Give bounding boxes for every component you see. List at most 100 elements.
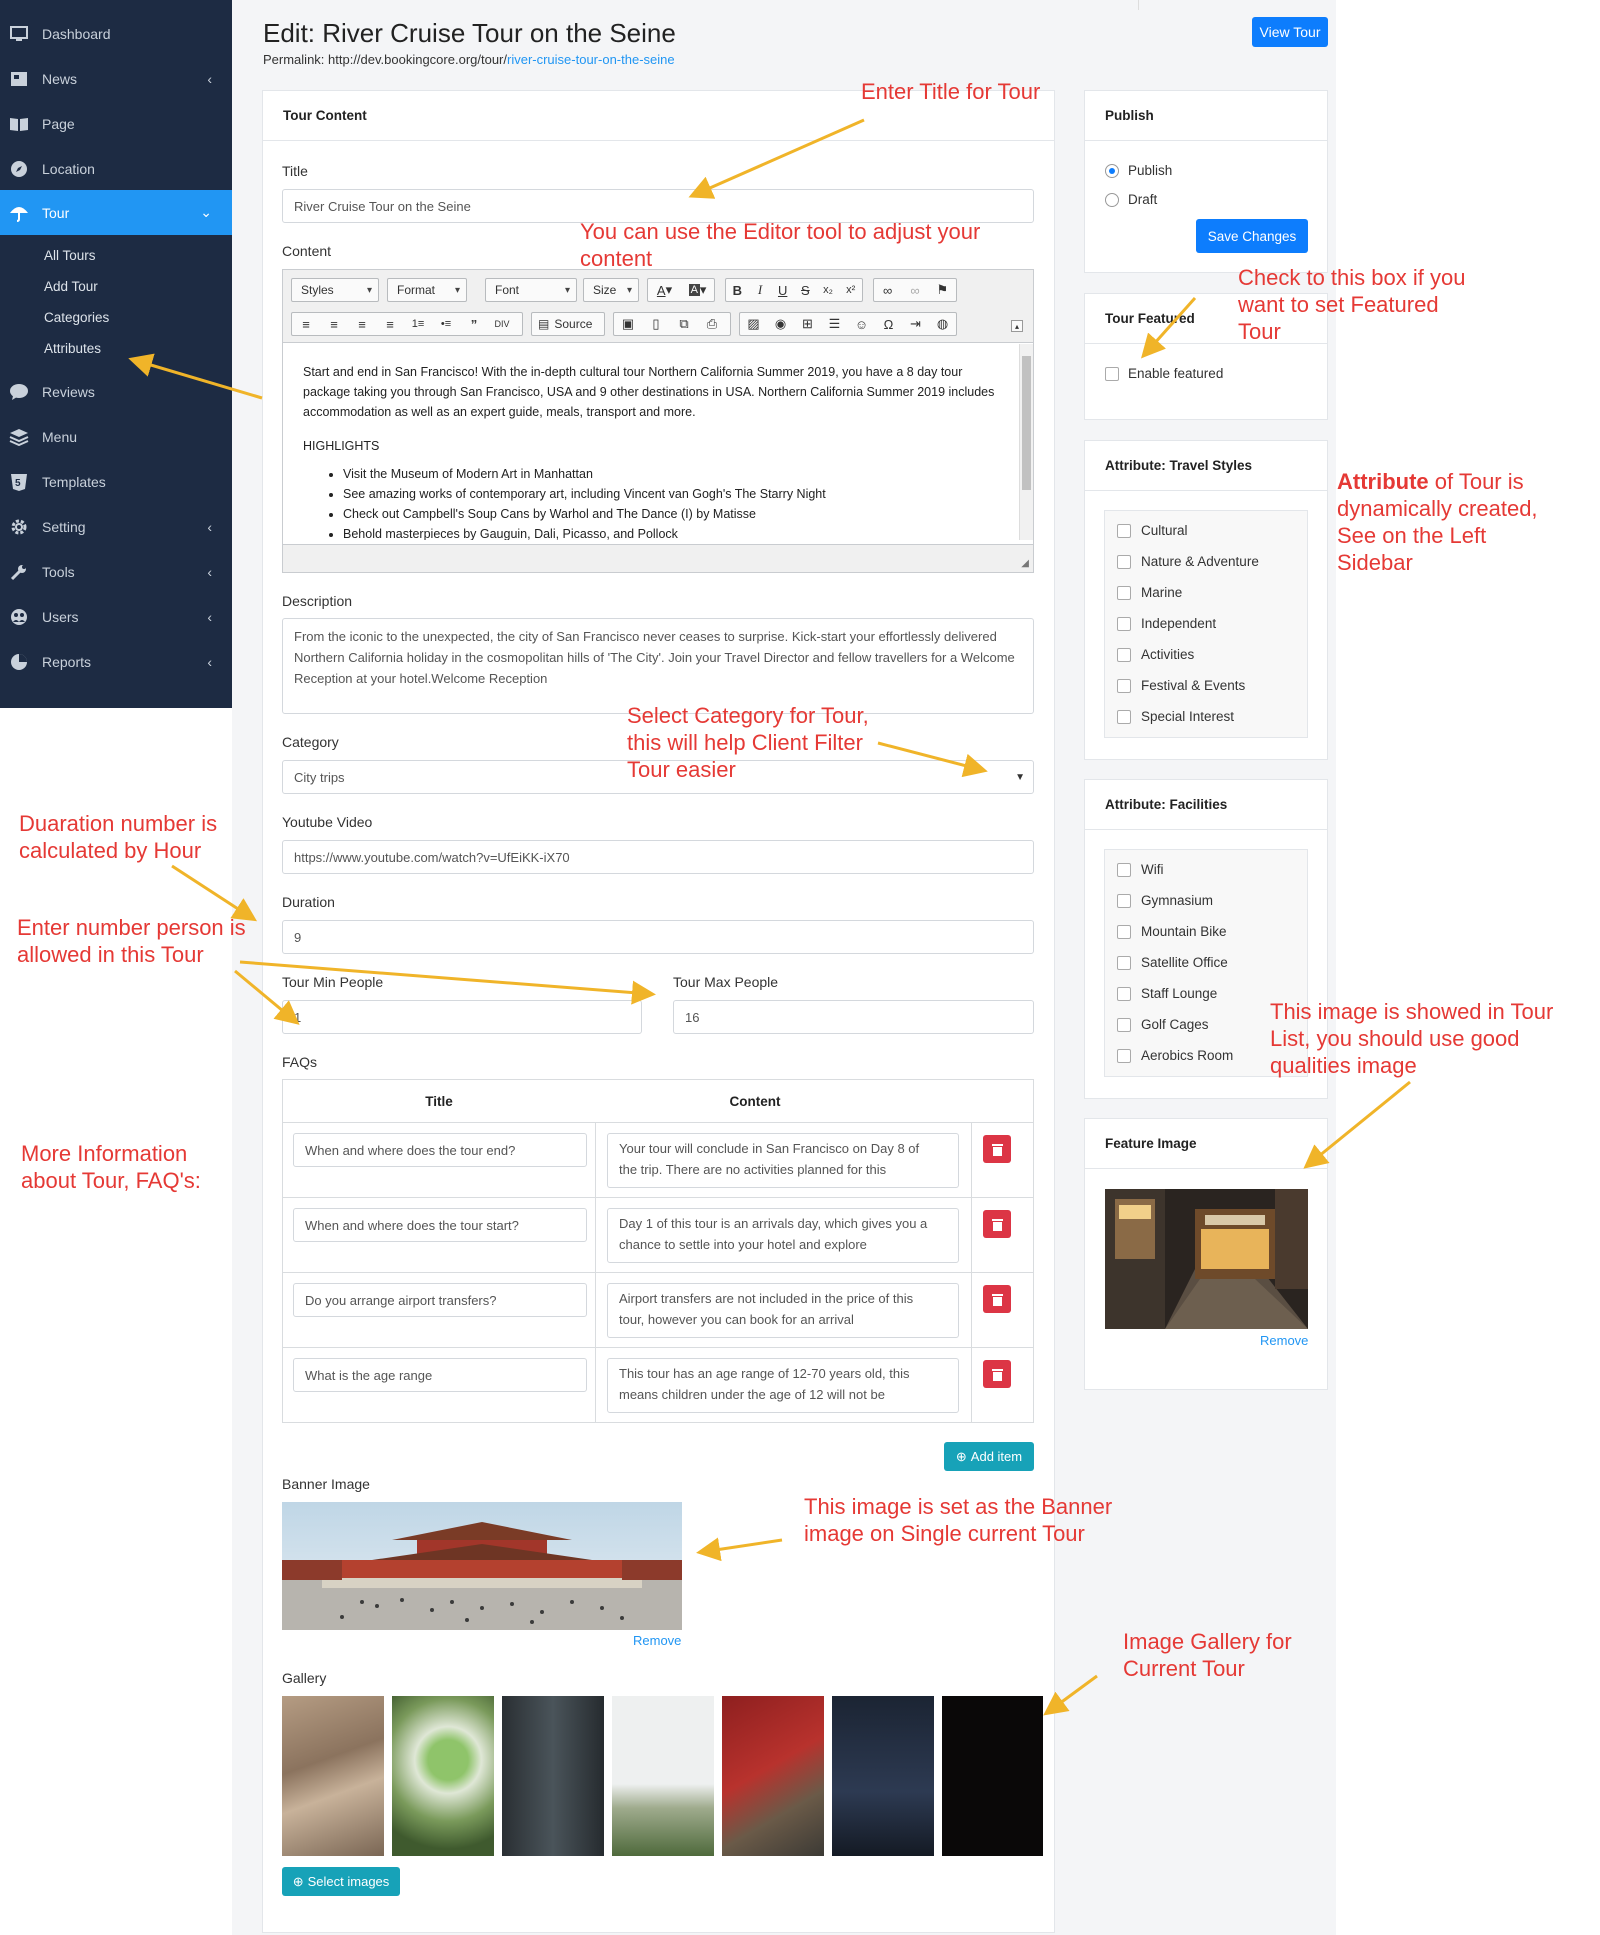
gallery-image[interactable] xyxy=(282,1696,384,1856)
sidebar-item-reports[interactable]: Reports ‹ xyxy=(0,639,232,684)
checkbox[interactable] xyxy=(1117,523,1131,538)
facility-option[interactable]: Aerobics Room xyxy=(1117,1048,1233,1063)
sidebar-item-tour[interactable]: Tour ⌄ xyxy=(0,190,232,235)
styles-dropdown[interactable]: Styles xyxy=(291,278,379,302)
div-icon[interactable]: DIV xyxy=(488,313,516,335)
preview-icon[interactable]: ⧉ xyxy=(670,313,698,335)
gallery-image[interactable] xyxy=(722,1696,824,1856)
new-page-icon[interactable]: ▯ xyxy=(642,313,670,335)
link-icon[interactable]: ∞ xyxy=(874,279,901,301)
print-icon[interactable]: ⎙ xyxy=(698,313,726,335)
faq-content-textarea[interactable]: Your tour will conclude in San Francisco… xyxy=(607,1133,959,1188)
align-left-icon[interactable]: ≡ xyxy=(292,313,320,335)
youtube-input[interactable]: https://www.youtube.com/watch?v=UfEiKK-i… xyxy=(282,840,1034,874)
publish-radio[interactable] xyxy=(1105,164,1119,178)
facility-option[interactable]: Wifi xyxy=(1117,862,1164,877)
blockquote-icon[interactable]: ” xyxy=(460,313,488,335)
checkbox[interactable] xyxy=(1117,1048,1131,1063)
sidebar-item-news[interactable]: News ‹ xyxy=(0,56,232,101)
max-people-input[interactable]: 16 xyxy=(673,1000,1034,1034)
facility-option[interactable]: Gymnasium xyxy=(1117,893,1213,908)
size-dropdown[interactable]: Size xyxy=(583,278,639,302)
select-images-button[interactable]: ⊕ Select images xyxy=(282,1867,400,1896)
numbered-list-icon[interactable]: 1≡ xyxy=(404,313,432,335)
justify-icon[interactable]: ≡ xyxy=(376,313,404,335)
min-people-input[interactable]: 1 xyxy=(282,1000,642,1034)
faq-content-textarea[interactable]: Day 1 of this tour is an arrivals day, w… xyxy=(607,1208,959,1263)
editor-body[interactable]: Start and end in San Francisco! With the… xyxy=(283,344,1019,540)
collapse-toolbar-icon[interactable]: ▴ xyxy=(1011,320,1023,332)
facility-option[interactable]: Golf Cages xyxy=(1117,1017,1209,1032)
sidebar-item-menu[interactable]: Menu xyxy=(0,414,232,459)
resize-handle-icon[interactable]: ◢ xyxy=(1021,558,1029,569)
save-icon[interactable]: ▣ xyxy=(614,313,642,335)
format-dropdown[interactable]: Format xyxy=(387,278,467,302)
checkbox[interactable] xyxy=(1117,678,1131,693)
sidebar-item-templates[interactable]: 5 Templates xyxy=(0,459,232,504)
sidebar-item-location[interactable]: Location xyxy=(0,146,232,191)
editor-scrollbar[interactable] xyxy=(1019,344,1033,540)
checkbox[interactable] xyxy=(1117,585,1131,600)
flag-icon[interactable]: ⚑ xyxy=(929,279,956,301)
gallery-image[interactable] xyxy=(502,1696,604,1856)
travel-style-option[interactable]: Independent xyxy=(1117,616,1216,631)
align-center-icon[interactable]: ≡ xyxy=(320,313,348,335)
featured-checkbox[interactable] xyxy=(1105,367,1119,381)
delete-faq-button[interactable] xyxy=(983,1360,1011,1388)
faq-content-textarea[interactable]: Airport transfers are not included in th… xyxy=(607,1283,959,1338)
travel-style-option[interactable]: Nature & Adventure xyxy=(1117,554,1259,569)
faq-content-textarea[interactable]: This tour has an age range of 12-70 year… xyxy=(607,1358,959,1413)
horizontal-line-icon[interactable]: ☰ xyxy=(821,313,848,335)
duration-input[interactable]: 9 xyxy=(282,920,1034,954)
gallery-image[interactable] xyxy=(942,1696,1043,1856)
text-color-icon[interactable]: A ▾ xyxy=(648,279,681,301)
rich-text-editor[interactable]: Styles Format Font Size A▾ A▾ B I U S x₂… xyxy=(282,269,1034,573)
permalink-link[interactable]: river-cruise-tour-on-the-seine xyxy=(507,52,675,67)
sidebar-sub-all-tours[interactable]: All Tours xyxy=(44,248,96,263)
italic-icon[interactable]: I xyxy=(749,279,772,301)
sidebar-item-reviews[interactable]: Reviews xyxy=(0,369,232,414)
faq-title-input[interactable]: Do you arrange airport transfers? xyxy=(293,1283,587,1317)
delete-faq-button[interactable] xyxy=(983,1210,1011,1238)
font-dropdown[interactable]: Font xyxy=(485,278,577,302)
travel-style-option[interactable]: Festival & Events xyxy=(1117,678,1245,693)
checkbox[interactable] xyxy=(1117,1017,1131,1032)
gallery-image[interactable] xyxy=(392,1696,494,1856)
faq-title-input[interactable]: When and where does the tour start? xyxy=(293,1208,587,1242)
faq-title-input[interactable]: When and where does the tour end? xyxy=(293,1133,587,1167)
travel-style-option[interactable]: Special Interest xyxy=(1117,709,1234,724)
facility-option[interactable]: Staff Lounge xyxy=(1117,986,1217,1001)
source-button[interactable]: ▤ Source xyxy=(531,312,605,336)
add-item-button[interactable]: ⊕ Add item xyxy=(944,1442,1034,1471)
travel-style-option[interactable]: Marine xyxy=(1117,585,1182,600)
checkbox[interactable] xyxy=(1117,893,1131,908)
special-char-icon[interactable]: Ω xyxy=(875,313,902,335)
sidebar-item-dashboard[interactable]: Dashboard xyxy=(0,11,232,56)
travel-style-option[interactable]: Cultural xyxy=(1117,523,1188,538)
view-tour-button[interactable]: View Tour xyxy=(1252,17,1328,47)
page-break-icon[interactable]: ⇥ xyxy=(902,313,929,335)
facility-option[interactable]: Satellite Office xyxy=(1117,955,1228,970)
description-textarea[interactable]: From the iconic to the unexpected, the c… xyxy=(282,618,1034,714)
sidebar-item-page[interactable]: Page xyxy=(0,101,232,146)
align-right-icon[interactable]: ≡ xyxy=(348,313,376,335)
travel-style-option[interactable]: Activities xyxy=(1117,647,1194,662)
sidebar-sub-add-tour[interactable]: Add Tour xyxy=(44,279,98,294)
iframe-icon[interactable]: ◍ xyxy=(929,313,956,335)
underline-icon[interactable]: U xyxy=(771,279,794,301)
smiley-icon[interactable]: ☺ xyxy=(848,313,875,335)
checkbox[interactable] xyxy=(1117,647,1131,662)
sidebar-sub-attributes[interactable]: Attributes xyxy=(44,341,101,356)
unlink-icon[interactable]: ∞ xyxy=(901,279,928,301)
save-changes-button[interactable]: Save Changes xyxy=(1196,219,1308,253)
checkbox[interactable] xyxy=(1117,955,1131,970)
faq-title-input[interactable]: What is the age range xyxy=(293,1358,587,1392)
banner-remove-link[interactable]: Remove xyxy=(633,1633,681,1648)
checkbox[interactable] xyxy=(1117,709,1131,724)
bullet-list-icon[interactable]: •≡ xyxy=(432,313,460,335)
facility-option[interactable]: Mountain Bike xyxy=(1117,924,1227,939)
superscript-icon[interactable]: x² xyxy=(839,279,862,301)
gallery-image[interactable] xyxy=(832,1696,934,1856)
bg-color-icon[interactable]: A ▾ xyxy=(681,279,714,301)
checkbox[interactable] xyxy=(1117,924,1131,939)
